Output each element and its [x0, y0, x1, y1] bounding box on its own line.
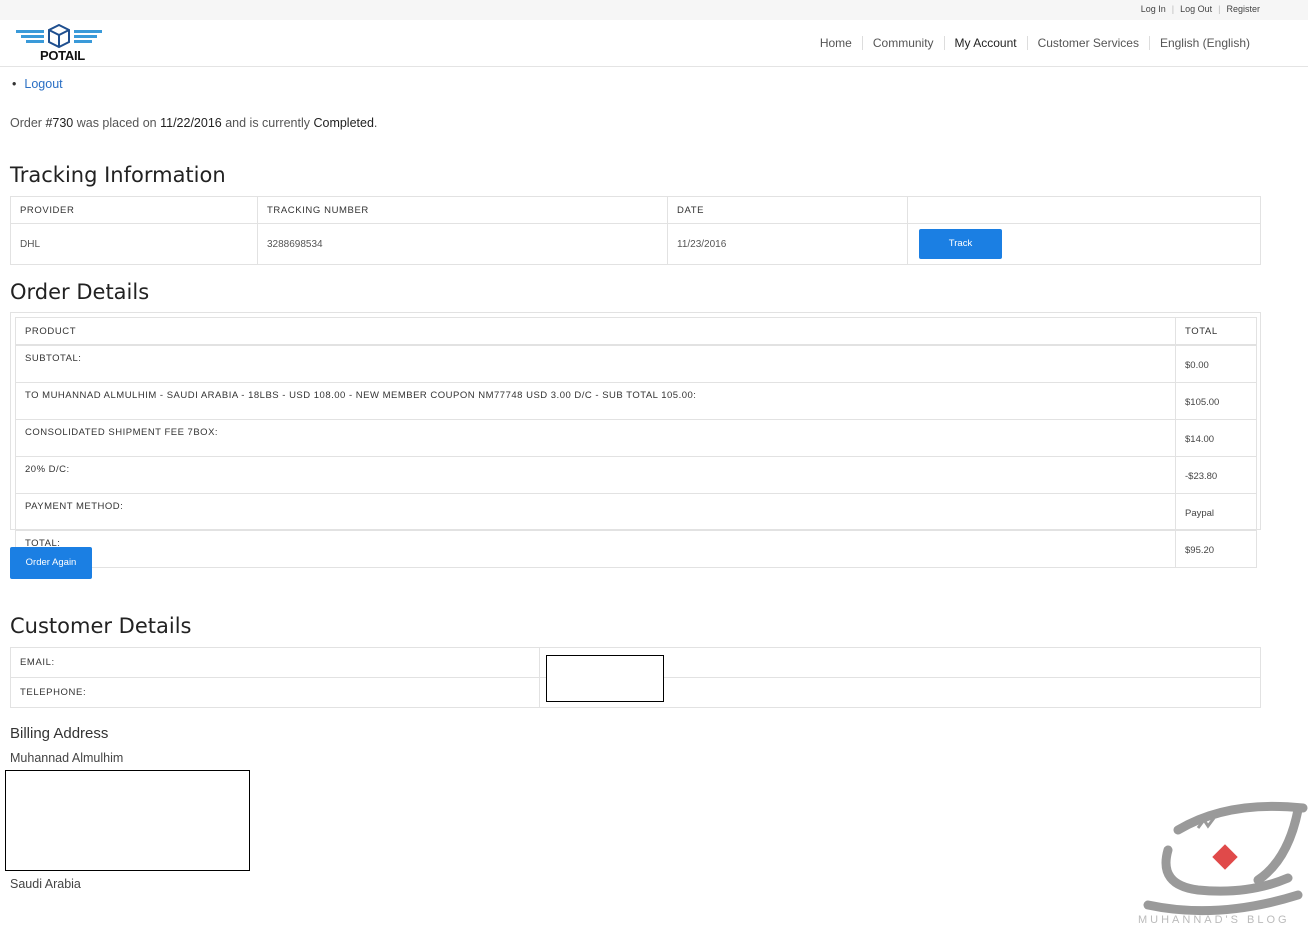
site-header: POTAIL Home Community My Account Custome… [0, 20, 1308, 67]
order-prefix: Order [10, 116, 46, 130]
register-link[interactable]: Register [1226, 4, 1260, 14]
email-label: EMAIL: [10, 647, 540, 678]
row-label: CONSOLIDATED SHIPMENT FEE 7BOX: [15, 419, 1176, 457]
calligraphy-watermark-icon [1143, 801, 1308, 916]
top-utility-bar: Log In | Log Out | Register [0, 0, 1308, 20]
tracking-number-cell: 3288698534 [257, 223, 668, 265]
col-tracking-number: TRACKING NUMBER [257, 196, 668, 224]
link-separator: | [1171, 4, 1175, 14]
order-details-box: PRODUCT TOTAL SUBTOTAL: $0.00 TO MUHANNA… [10, 312, 1261, 568]
customer-details-title: Customer Details [10, 614, 192, 638]
row-label: TOTAL: [15, 530, 1176, 568]
nav-language[interactable]: English (English) [1148, 36, 1260, 50]
brand-logo[interactable]: POTAIL [16, 23, 104, 64]
col-action [907, 196, 1261, 224]
tracking-title: Tracking Information [10, 163, 226, 187]
row-value: $0.00 [1175, 344, 1257, 383]
row-label: 20% D/C: [15, 456, 1176, 494]
nav-home[interactable]: Home [810, 36, 862, 50]
table-row: TOTAL: $95.20 [15, 530, 1257, 568]
row-label: SUBTOTAL: [15, 344, 1176, 383]
redacted-address-box [5, 770, 250, 871]
track-button[interactable]: Track [919, 229, 1002, 259]
order-status-line: Order #730 was placed on 11/22/2016 and … [10, 116, 377, 130]
row-label: PAYMENT METHOD: [15, 493, 1176, 531]
nav-my-account[interactable]: My Account [943, 36, 1027, 50]
tracking-date-cell: 11/23/2016 [667, 223, 908, 265]
billing-country: Saudi Arabia [10, 877, 81, 891]
col-total: TOTAL [1175, 317, 1257, 346]
track-action-cell: Track [907, 223, 1261, 265]
bullet: • [12, 77, 17, 91]
col-provider: PROVIDER [10, 196, 258, 224]
order-again-button[interactable]: Order Again [10, 547, 92, 579]
provider-cell: DHL [10, 223, 258, 265]
table-row: DHL 3288698534 11/23/2016 Track [10, 223, 1261, 265]
login-link[interactable]: Log In [1141, 4, 1166, 14]
tracking-table: PROVIDER TRACKING NUMBER DATE DHL 328869… [10, 196, 1261, 265]
nav-customer-services[interactable]: Customer Services [1026, 36, 1149, 50]
col-date: DATE [667, 196, 908, 224]
logout-menu-link[interactable]: Logout [24, 77, 62, 91]
order-text: and is currently [221, 116, 314, 130]
billing-address-title: Billing Address [10, 725, 109, 742]
table-row: TO MUHANNAD ALMULHIM - SAUDI ARABIA - 18… [15, 382, 1257, 420]
nav-community[interactable]: Community [861, 36, 944, 50]
order-text: was placed on [73, 116, 161, 130]
billing-name: Muhannad Almulhim [10, 751, 124, 765]
redacted-contact-box [546, 655, 664, 702]
table-row: PAYMENT METHOD: Paypal [15, 493, 1257, 531]
logout-link[interactable]: Log Out [1180, 4, 1212, 14]
row-label: TO MUHANNAD ALMULHIM - SAUDI ARABIA - 18… [15, 382, 1176, 420]
watermark-text: MUHANNAD'S BLOG [1138, 914, 1290, 926]
account-menu: • Logout [12, 77, 63, 91]
row-value: $105.00 [1175, 382, 1257, 420]
order-details-title: Order Details [10, 280, 150, 304]
link-separator: | [1218, 4, 1221, 14]
row-value: -$23.80 [1175, 456, 1257, 494]
order-number: #730 [45, 116, 74, 130]
telephone-label: TELEPHONE: [10, 677, 540, 708]
table-row: SUBTOTAL: $0.00 [15, 344, 1257, 383]
order-date: 11/22/2016 [160, 116, 222, 130]
account-links: Log In | Log Out | Register [1141, 4, 1260, 14]
cube-wings-icon [16, 23, 102, 49]
main-nav: Home Community My Account Customer Servi… [810, 36, 1260, 50]
brand-name: POTAIL [40, 48, 85, 63]
col-product: PRODUCT [15, 317, 1176, 346]
table-header-row: PRODUCT TOTAL [15, 317, 1257, 346]
row-value: Paypal [1175, 493, 1257, 531]
table-header-row: PROVIDER TRACKING NUMBER DATE [10, 196, 1261, 224]
order-text: . [373, 116, 378, 130]
row-value: $14.00 [1175, 419, 1257, 457]
row-value: $95.20 [1175, 530, 1257, 568]
order-status: Completed [313, 116, 374, 130]
table-row: CONSOLIDATED SHIPMENT FEE 7BOX: $14.00 [15, 419, 1257, 457]
table-row: 20% D/C: -$23.80 [15, 456, 1257, 494]
order-details-table: PRODUCT TOTAL SUBTOTAL: $0.00 TO MUHANNA… [15, 317, 1257, 568]
